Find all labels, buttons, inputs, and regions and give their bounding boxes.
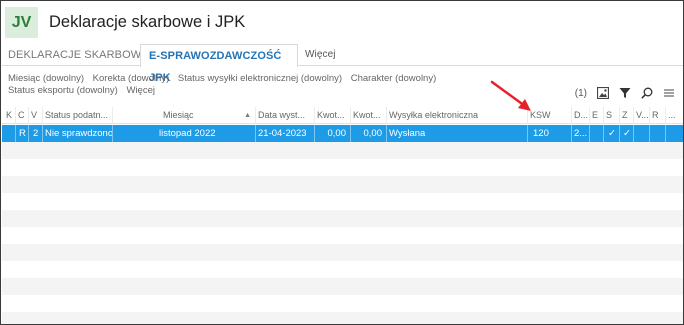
col-header-e[interactable]: E xyxy=(590,107,604,124)
tab-deklaracje-skarbowe[interactable]: DEKLARACJE SKARBOWE xyxy=(8,44,149,66)
filter-korekta[interactable]: Korekta (dowolny) xyxy=(93,73,170,84)
col-header-r[interactable]: R xyxy=(650,107,666,124)
app-logo: JV xyxy=(5,7,38,38)
grid-header: K C V Status podatn... Miesiąc ▲ Data wy… xyxy=(2,107,683,124)
cell-e xyxy=(590,125,604,142)
annotation-arrow xyxy=(490,80,531,111)
filter-icon[interactable] xyxy=(619,87,631,99)
tab-e-sprawozdawczosc-jpk[interactable]: E-SPRAWOZDAWCZOŚĆ JPK xyxy=(140,44,298,84)
col-header-status[interactable]: Status podatn... xyxy=(43,107,113,124)
tab-more[interactable]: Więcej xyxy=(305,44,336,66)
col-header-more[interactable]: ... xyxy=(666,107,683,124)
empty-row xyxy=(2,312,683,324)
col-header-v[interactable]: V xyxy=(29,107,43,124)
col-header-kwota-2[interactable]: Kwot... xyxy=(351,107,387,124)
app-window: JV Deklaracje skarbowe i JPK DEKLARACJE … xyxy=(0,0,684,325)
filter-charakter[interactable]: Charakter (dowolny) xyxy=(351,73,437,84)
empty-row xyxy=(2,176,683,193)
page-title: Deklaracje skarbowe i JPK xyxy=(49,13,246,31)
cell-kwota-2: 0,00 xyxy=(351,125,387,142)
filter-bar: Miesiąc (dowolny) Korekta (dowolny) Stat… xyxy=(8,73,528,97)
filter-miesiac[interactable]: Miesiąc (dowolny) xyxy=(8,73,84,84)
empty-row xyxy=(2,159,683,176)
cell-v: 2 xyxy=(29,125,43,142)
empty-row xyxy=(2,210,683,227)
empty-row xyxy=(2,227,683,244)
cell-k xyxy=(4,125,16,142)
cell-data: 21-04-2023 xyxy=(256,125,315,142)
grid-toolbar: (1) xyxy=(575,86,675,100)
cell-ksw: 120 xyxy=(528,125,572,142)
empty-row xyxy=(2,278,683,295)
cell-c: R xyxy=(16,125,29,142)
col-header-k[interactable]: K xyxy=(4,107,16,124)
title-bar: JV Deklaracje skarbowe i JPK xyxy=(2,2,683,43)
cell-kwota-1: 0,00 xyxy=(315,125,351,142)
cell-more xyxy=(666,125,683,142)
cell-d: 2... xyxy=(572,125,590,142)
data-grid: K C V Status podatn... Miesiąc ▲ Data wy… xyxy=(2,107,683,324)
cell-z-check: ✓ xyxy=(620,125,634,142)
col-header-kwota-1[interactable]: Kwot... xyxy=(315,107,351,124)
menu-icon[interactable] xyxy=(663,87,675,99)
filter-more[interactable]: Więcej xyxy=(126,85,155,96)
table-row[interactable]: R 2 Nie sprawdzono listopad 2022 21-04-2… xyxy=(2,125,683,142)
empty-row xyxy=(2,261,683,278)
tab-bar: DEKLARACJE SKARBOWE E-SPRAWOZDAWCZOŚĆ JP… xyxy=(2,44,683,84)
empty-row xyxy=(2,142,683,159)
cell-s-check: ✓ xyxy=(604,125,620,142)
cell-v2 xyxy=(634,125,650,142)
col-header-s[interactable]: S xyxy=(604,107,620,124)
image-icon[interactable] xyxy=(597,87,609,99)
cell-status: Nie sprawdzono xyxy=(43,125,113,142)
col-header-z[interactable]: Z xyxy=(620,107,634,124)
selection-count: (1) xyxy=(574,87,587,99)
cell-wysylka: Wysłana xyxy=(387,125,528,142)
filter-status-wysylki[interactable]: Status wysyłki elektronicznej (dowolny) xyxy=(178,73,342,84)
col-header-miesiac[interactable]: Miesiąc ▲ xyxy=(113,107,256,124)
cell-r xyxy=(650,125,666,142)
filter-status-eksportu[interactable]: Status eksportu (dowolny) xyxy=(8,85,118,96)
empty-row xyxy=(2,193,683,210)
col-header-c[interactable]: C xyxy=(16,107,29,124)
col-header-d[interactable]: D... xyxy=(572,107,590,124)
empty-row xyxy=(2,244,683,261)
empty-row xyxy=(2,295,683,312)
sort-asc-icon: ▲ xyxy=(244,112,251,119)
col-header-miesiac-label: Miesiąc xyxy=(163,110,194,120)
search-icon[interactable] xyxy=(641,87,653,99)
col-header-data[interactable]: Data wyst... xyxy=(256,107,315,124)
col-header-v2[interactable]: V... xyxy=(634,107,650,124)
cell-miesiac: listopad 2022 xyxy=(113,125,256,142)
